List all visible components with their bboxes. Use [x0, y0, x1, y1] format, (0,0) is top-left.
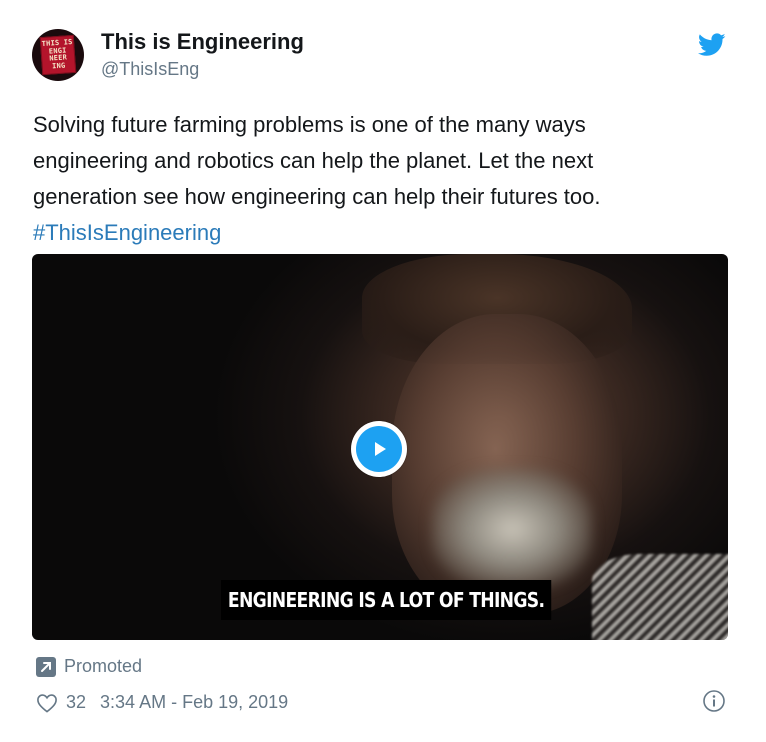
video-caption: ENGINEERING IS A LOT OF THINGS. — [221, 580, 552, 620]
account-name[interactable]: This is Engineering — [101, 29, 304, 55]
tweet-text: Solving future farming problems is one o… — [33, 107, 733, 251]
like-count[interactable]: 32 — [66, 692, 86, 713]
tweet-text-line: Solving future farming problems is one o… — [33, 112, 586, 137]
info-icon[interactable] — [702, 689, 726, 713]
hashtag-link[interactable]: #ThisIsEngineering — [33, 215, 733, 251]
promoted-text: Promoted — [64, 656, 143, 676]
avatar[interactable]: THIS IS ENGI NEER ING — [32, 29, 84, 81]
tweet-meta: 32 3:34 AM - Feb 19, 2019 — [36, 692, 288, 713]
heart-icon[interactable] — [36, 693, 58, 713]
video-frame-scarf — [592, 554, 728, 640]
account-handle[interactable]: @ThisIsEng — [101, 59, 199, 80]
promoted-arrow-icon — [36, 656, 56, 677]
video-frame-object — [432, 469, 592, 589]
twitter-bird-icon[interactable] — [698, 33, 726, 57]
timestamp[interactable]: 3:34 AM - Feb 19, 2019 — [100, 692, 288, 713]
play-icon — [375, 442, 386, 456]
tweet-text-line: engineering and robotics can help the pl… — [33, 148, 594, 173]
video-player[interactable]: ENGINEERING IS A LOT OF THINGS. — [32, 254, 728, 640]
avatar-logo: THIS IS ENGI NEER ING — [39, 34, 77, 76]
tweet-card: THIS IS ENGI NEER ING This is Engineerin… — [0, 0, 766, 742]
play-button[interactable] — [351, 421, 407, 477]
play-icon-ring — [356, 426, 402, 472]
promoted-label: Promoted — [36, 656, 142, 677]
tweet-text-line: generation see how engineering can help … — [33, 184, 601, 209]
